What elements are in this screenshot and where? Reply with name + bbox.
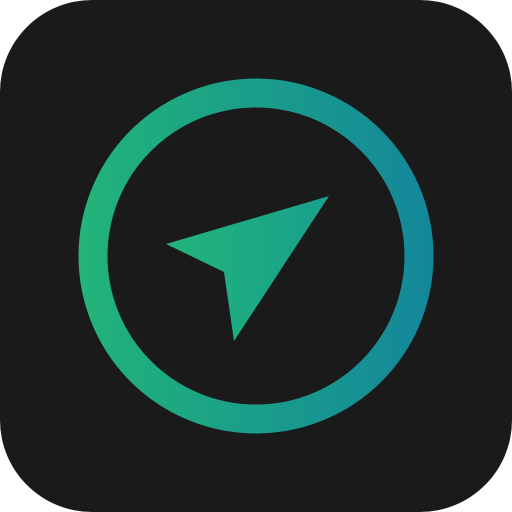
navigation-compass-icon (78, 78, 434, 434)
app-icon (0, 0, 512, 512)
navigation-arrow (166, 196, 329, 341)
